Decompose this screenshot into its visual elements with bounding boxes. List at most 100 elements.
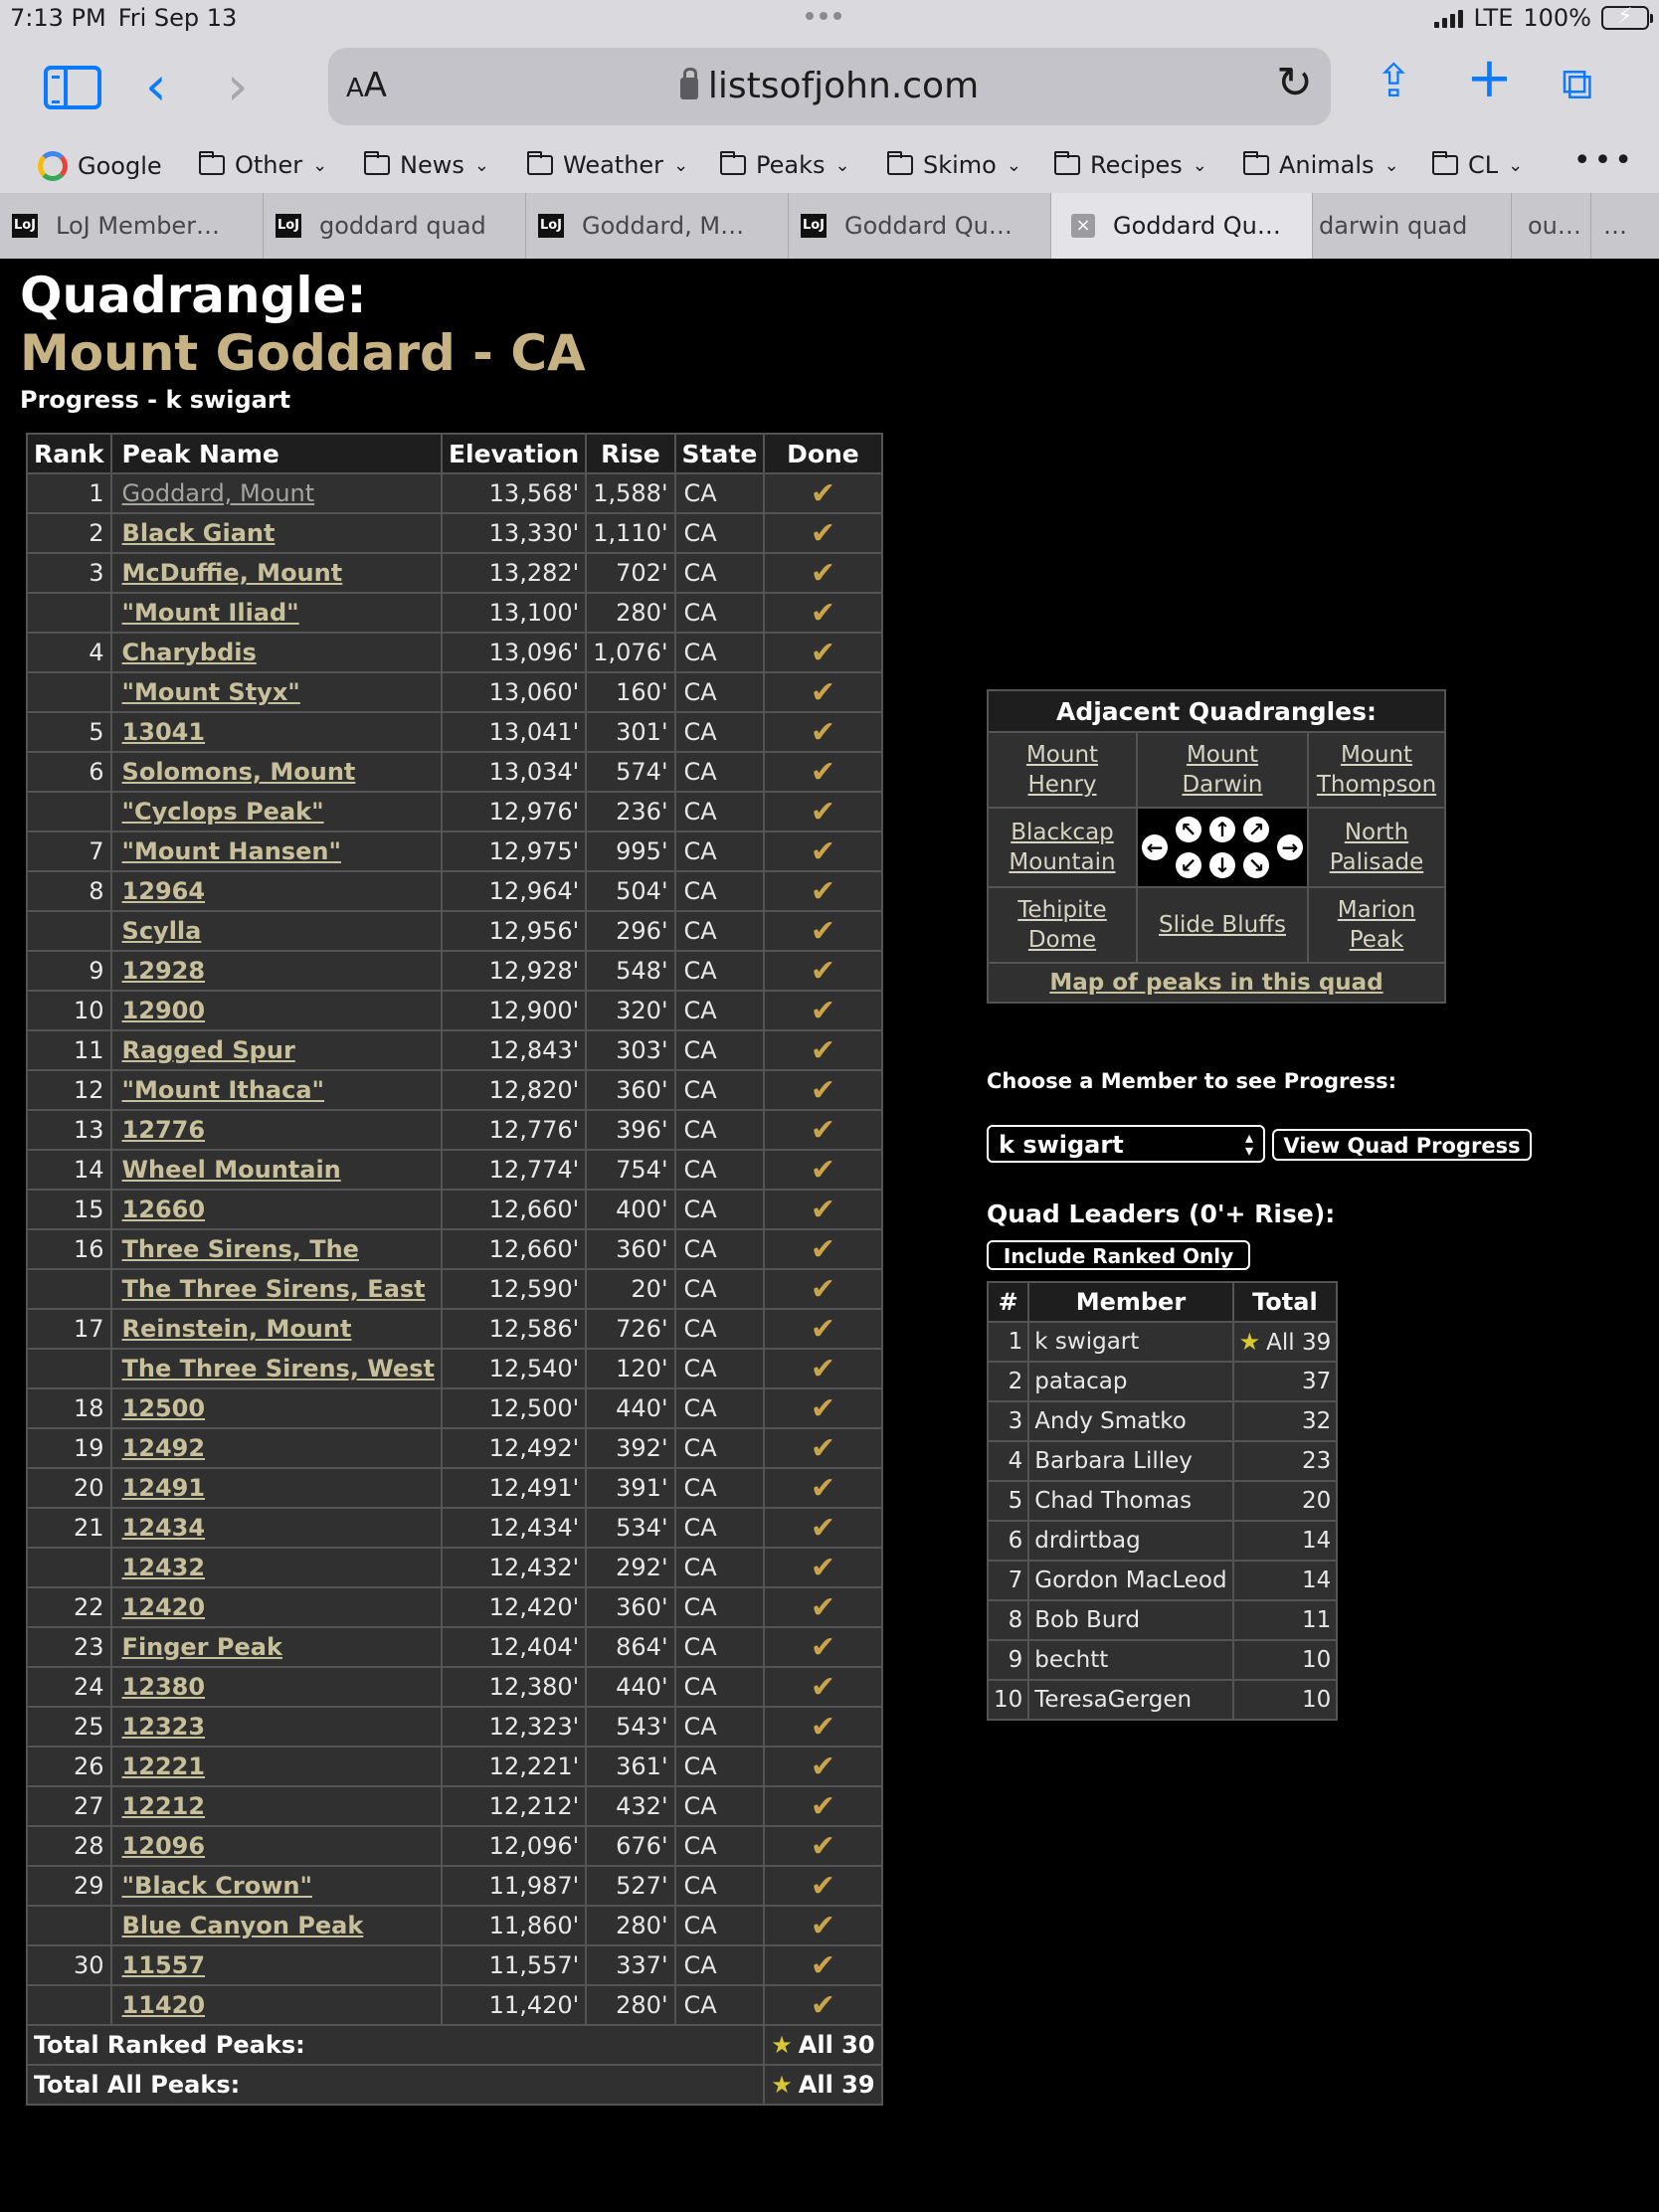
peak-link[interactable]: Ragged Spur (122, 1036, 295, 1064)
peak-link[interactable]: Reinstein, Mount (122, 1315, 352, 1343)
tab-partial[interactable]: ou… (1512, 193, 1591, 259)
bookmark-folder-recipes[interactable]: Recipes ⌄ (1054, 151, 1207, 179)
sidebar-toggle-icon[interactable] (44, 66, 101, 109)
peak-link[interactable]: 12491 (122, 1474, 206, 1502)
arrow-down-right-icon[interactable]: ↘ (1243, 852, 1269, 878)
arrow-down-left-icon[interactable]: ↙ (1176, 852, 1201, 878)
adjacent-e-link[interactable]: North Palisade (1330, 820, 1424, 875)
peak-link[interactable]: 12380 (122, 1673, 206, 1701)
col-done[interactable]: Done (763, 433, 883, 474)
peak-link[interactable]: 12500 (122, 1394, 206, 1422)
adjacent-se-link[interactable]: Marion Peak (1338, 897, 1415, 953)
tab-darwin-quad[interactable]: darwin quad (1313, 193, 1512, 259)
loj-favicon-icon: LoJ (276, 214, 301, 238)
peak-link[interactable]: "Black Crown" (122, 1872, 312, 1900)
close-tab-icon[interactable]: × (1071, 214, 1095, 238)
peak-link[interactable]: Black Giant (122, 519, 276, 547)
peak-link[interactable]: 12432 (122, 1554, 206, 1581)
peak-link[interactable]: 12928 (122, 957, 206, 985)
peak-link[interactable]: 12660 (122, 1196, 206, 1223)
peak-link[interactable]: Wheel Mountain (122, 1156, 341, 1184)
peak-link[interactable]: 13041 (122, 718, 206, 746)
peak-link[interactable]: "Mount Iliad" (122, 599, 299, 627)
adjacent-n-link[interactable]: Mount Darwin (1182, 742, 1262, 798)
bookmark-folder-cl[interactable]: CL ⌄ (1432, 151, 1523, 179)
adjacent-sw-link[interactable]: Tehipite Dome (1017, 897, 1106, 953)
peak-link[interactable]: 12096 (122, 1832, 206, 1860)
peak-link[interactable]: The Three Sirens, East (122, 1275, 426, 1303)
col-elevation[interactable]: Elevation (440, 433, 588, 474)
total-ranked-value: ★ All 30 (763, 2024, 883, 2066)
col-state[interactable]: State (673, 433, 766, 474)
peak-link[interactable]: 12434 (122, 1514, 206, 1542)
reload-icon[interactable]: ↻ (1276, 58, 1313, 108)
tab-loj-member[interactable]: LoJ LoJ Member… (0, 193, 264, 259)
arrow-down-icon[interactable]: ↓ (1209, 852, 1235, 878)
peak-link[interactable]: 12964 (122, 877, 206, 905)
peak-link[interactable]: 12420 (122, 1593, 206, 1621)
peak-link[interactable]: Blue Canyon Peak (122, 1912, 364, 1939)
bookmark-google[interactable]: Google (38, 151, 162, 181)
peak-link[interactable]: "Mount Ithaca" (122, 1076, 324, 1104)
tab-overflow[interactable]: … (1591, 193, 1659, 259)
arrow-up-left-icon[interactable]: ↖ (1176, 817, 1201, 842)
peak-link[interactable]: 11557 (122, 1951, 206, 1979)
tab-overview-icon[interactable]: ⧉ (1562, 60, 1592, 109)
peak-link[interactable]: "Mount Styx" (122, 678, 300, 706)
arrow-up-icon[interactable]: ↑ (1209, 817, 1235, 842)
peak-link[interactable]: 11420 (122, 1991, 206, 2019)
peak-link[interactable]: Goddard, Mount (122, 479, 315, 507)
peak-link[interactable]: 12492 (122, 1434, 206, 1462)
peak-link[interactable]: 12776 (122, 1116, 206, 1144)
arrow-left-icon[interactable]: ← (1142, 834, 1168, 860)
battery-charging-icon: ⚡ (1601, 4, 1653, 30)
col-rank[interactable]: Rank (26, 433, 112, 474)
peak-link[interactable]: 12900 (122, 997, 206, 1024)
peak-link[interactable]: The Three Sirens, West (122, 1355, 435, 1382)
share-icon[interactable]: ⇪ (1375, 56, 1413, 105)
peak-rise: 360' (585, 1228, 676, 1270)
adjacent-w-link[interactable]: Blackcap Mountain (1009, 820, 1115, 875)
peak-link[interactable]: Three Sirens, The (122, 1235, 359, 1263)
bookmark-folder-animals[interactable]: Animals ⌄ (1243, 151, 1399, 179)
peak-link[interactable]: Finger Peak (122, 1633, 282, 1661)
bookmark-folder-skimo[interactable]: Skimo ⌄ (887, 151, 1021, 179)
back-icon[interactable]: ‹ (145, 60, 167, 113)
bookmark-folder-news[interactable]: News ⌄ (364, 151, 489, 179)
col-rise[interactable]: Rise (585, 433, 676, 474)
multitask-dots-icon[interactable] (806, 12, 841, 20)
peak-link[interactable]: 12323 (122, 1713, 206, 1741)
peak-link[interactable]: Scylla (122, 917, 202, 945)
peak-link[interactable]: "Cyclops Peak" (122, 798, 324, 826)
address-bar[interactable]: AA listsofjohn.com ↻ (328, 48, 1331, 125)
peak-link[interactable]: McDuffie, Mount (122, 559, 343, 587)
peak-link[interactable]: "Mount Hansen" (122, 837, 341, 865)
tab-goddard-quad-active[interactable]: × Goddard Qu… (1051, 193, 1313, 259)
peak-rank: 8 (26, 870, 112, 912)
peak-link[interactable]: Solomons, Mount (122, 758, 356, 786)
adjacent-s-link[interactable]: Slide Bluffs (1159, 912, 1286, 938)
more-bookmarks-icon[interactable]: ••• (1573, 143, 1635, 178)
adjacent-ne-link[interactable]: Mount Thompson (1317, 742, 1436, 798)
tab-goddard-mount[interactable]: LoJ Goddard, M… (526, 193, 789, 259)
col-peak-name[interactable]: Peak Name (109, 433, 443, 474)
bookmark-folder-peaks[interactable]: Peaks ⌄ (720, 151, 850, 179)
adjacent-nw-link[interactable]: Mount Henry (1026, 742, 1098, 798)
forward-icon[interactable]: › (227, 60, 249, 113)
new-tab-icon[interactable]: + (1466, 51, 1513, 106)
peak-link[interactable]: Charybdis (122, 639, 257, 666)
peak-rank: 26 (26, 1746, 112, 1787)
arrow-up-right-icon[interactable]: ↗ (1243, 817, 1269, 842)
peak-link[interactable]: 12212 (122, 1792, 206, 1820)
member-select[interactable]: k swigart ▴ ▾ (987, 1125, 1265, 1163)
include-ranked-only-button[interactable]: Include Ranked Only (987, 1240, 1250, 1270)
peak-rise: 160' (585, 671, 676, 713)
view-quad-progress-button[interactable]: View Quad Progress (1272, 1129, 1532, 1161)
bookmark-folder-weather[interactable]: Weather ⌄ (527, 151, 688, 179)
map-of-peaks-link[interactable]: Map of peaks in this quad (1049, 970, 1382, 996)
peak-link[interactable]: 12221 (122, 1752, 206, 1780)
tab-goddard-quad-1[interactable]: LoJ Goddard Qu… (789, 193, 1051, 259)
arrow-right-icon[interactable]: → (1277, 834, 1303, 860)
bookmark-folder-other[interactable]: Other ⌄ (199, 151, 327, 179)
tab-goddard-quad-search[interactable]: LoJ goddard quad (264, 193, 526, 259)
